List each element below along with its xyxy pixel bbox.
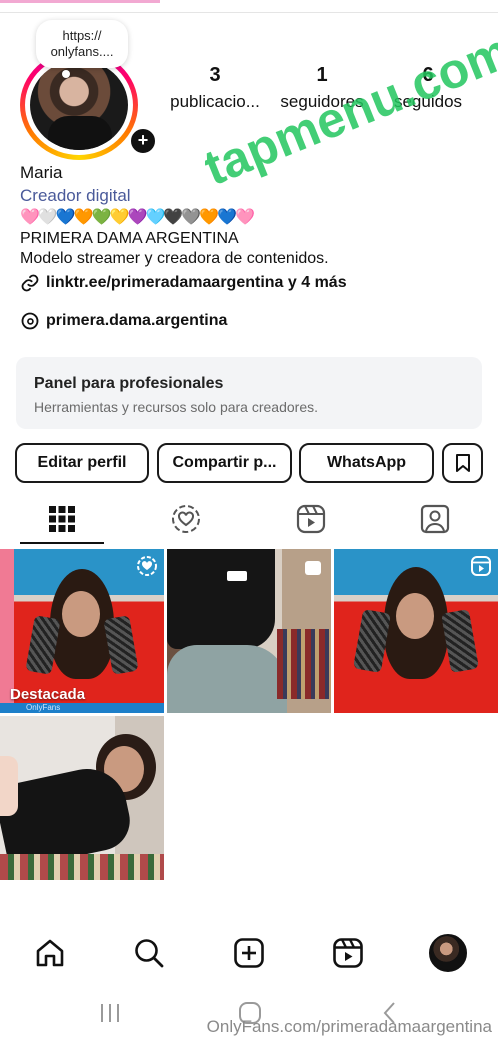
nav-search[interactable] [119,930,179,976]
tab-tagged[interactable] [391,496,479,542]
home-icon [36,939,64,967]
watermark-text: tapmenu.com [205,36,498,196]
stat-followers-label: seguidores [280,92,364,111]
search-icon [135,939,164,968]
bookmark-icon [455,454,470,472]
profile-name: Maria [20,163,63,182]
watermark: tapmenu.com [205,36,498,196]
multi-image-icon [305,561,321,575]
stat-following-value: 6 [422,64,434,86]
onlyfans-strip: OnlyFans [0,703,164,713]
tab-grid[interactable] [18,496,106,542]
professional-dashboard[interactable]: Panel para profesionales Herramientas y … [16,357,482,429]
bio-line-2: Modelo streamer y creadora de contenidos… [20,250,329,267]
profile-category: Creador digital [20,186,131,205]
threads-link[interactable]: primera.dama.argentina [20,311,227,331]
tab-reels[interactable] [267,496,355,542]
nav-reels[interactable] [318,930,378,976]
share-profile-button[interactable]: Compartir p... [157,443,292,483]
stat-following[interactable]: 6 seguidos [384,64,472,112]
pinned-label: Destacada [10,686,86,703]
profile-avatar-small [429,934,467,972]
bio-link-text: linktr.ee/primeradamaargentina y 4 más [46,274,347,291]
status-strip [0,0,498,13]
post-2[interactable] [167,549,331,713]
add-story-icon[interactable]: + [128,126,158,156]
post-1-pinned[interactable]: Destacada OnlyFans [0,549,164,713]
stat-following-label: seguidos [393,92,463,111]
stat-posts-label: publicacio... [170,92,260,111]
panel-title: Panel para profesionales [34,375,224,392]
bio-hearts: 🩷🤍💙🧡💚💛💜🩵🖤🩶🧡💙🩷 [20,209,255,226]
reels-nav-icon [333,938,363,968]
link-icon [21,274,39,292]
note-text: https:// onlyfans.... [50,28,114,59]
edit-profile-button[interactable]: Editar perfil [15,443,149,483]
panel-subtitle: Herramientas y recursos solo para creado… [34,399,319,415]
stat-followers[interactable]: 1 seguidores [272,64,372,112]
tagged-person-icon [420,504,450,534]
nav-home[interactable] [20,930,80,976]
threads-icon [21,312,39,330]
tab-pinned-collab[interactable] [142,496,230,542]
heart-circle-icon [172,505,200,533]
stat-posts-value: 3 [209,64,221,86]
saved-button[interactable] [442,443,483,483]
active-tab-indicator [20,542,104,544]
grid-icon [49,506,75,532]
bio-link[interactable]: linktr.ee/primeradamaargentina y 4 más [20,273,347,293]
bio-line-1: PRIMERA DAMA ARGENTINA [20,230,239,247]
footer-watermark: OnlyFans.com/primeradamaargentina [206,1017,492,1036]
stat-followers-value: 1 [316,64,328,86]
recent-apps-button[interactable] [92,1000,128,1026]
whatsapp-button[interactable]: WhatsApp [299,443,434,483]
avatar [30,60,128,150]
post-3[interactable] [334,549,498,713]
create-post-icon [234,938,264,968]
recents-icon [101,1004,119,1022]
profile-note[interactable]: https:// onlyfans.... [36,20,128,78]
nav-create[interactable] [219,930,279,976]
collab-heart-icon [137,556,157,576]
threads-handle: primera.dama.argentina [46,312,228,329]
post-4[interactable] [0,716,164,880]
onlyfans-strip-label: OnlyFans [26,703,61,712]
stat-posts[interactable]: 3 publicacio... [163,64,267,112]
nav-profile[interactable] [418,930,478,976]
reel-badge-icon [471,556,491,576]
reels-icon [296,504,326,534]
